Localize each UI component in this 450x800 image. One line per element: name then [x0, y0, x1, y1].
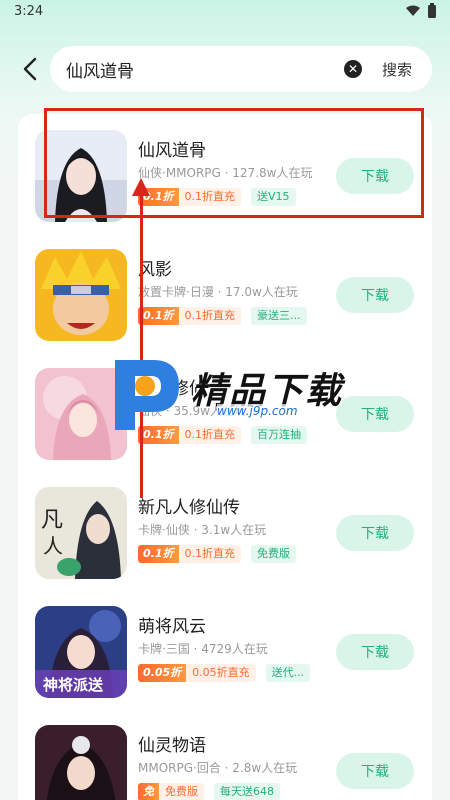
tag-row: 0.1折 0.1折直充 免费版: [138, 545, 296, 563]
game-meta: 卡牌·三国 · 4729人在玩: [138, 642, 268, 656]
svg-text:神将派送: 神将派送: [43, 676, 104, 694]
download-button[interactable]: 下载: [336, 634, 414, 670]
battery-icon: [428, 2, 436, 18]
list-item[interactable]: 凡 人 新凡人修仙传 卡牌·仙侠 · 3.1w人在玩 0.1折 0.1折直充 免…: [18, 487, 432, 599]
back-button[interactable]: [8, 47, 52, 91]
discount-tag: 0.05折 0.05折直充: [138, 664, 256, 682]
clear-icon[interactable]: ✕: [343, 60, 362, 78]
status-time: 3:24: [14, 3, 44, 19]
discount-tag: 0.1折 0.1折直充: [138, 545, 241, 563]
discount-text: 0.1折直充: [178, 545, 241, 563]
watermark: 精品下载 www.j9p.com: [105, 352, 365, 442]
search-input[interactable]: 仙风道骨 ✕ 搜索: [50, 46, 432, 92]
game-title: 风影: [138, 260, 172, 280]
download-button[interactable]: 下载: [336, 277, 414, 313]
game-meta: 卡牌·仙侠 · 3.1w人在玩: [138, 523, 267, 537]
discount-tag: 0.1折 0.1折直充: [138, 307, 241, 325]
search-button[interactable]: 搜索: [382, 59, 412, 80]
bonus-tag: 豪送三...: [251, 307, 307, 325]
tag-row: 0.1折 0.1折直充 豪送三...: [138, 307, 307, 325]
game-title: 仙灵物语: [138, 736, 206, 756]
game-icon[interactable]: 凡 人: [35, 487, 127, 579]
discount-label: 0.05折: [138, 664, 187, 682]
download-button[interactable]: 下载: [336, 515, 414, 551]
game-title: 新凡人修仙传: [138, 498, 240, 518]
status-icons: [406, 2, 436, 18]
game-icon[interactable]: 神将派送: [35, 606, 127, 698]
game-title: 萌将风云: [138, 617, 206, 637]
highlight-box: [44, 108, 424, 218]
arrow-up-icon: [132, 178, 150, 196]
wifi-icon: [406, 5, 420, 16]
discount-tag: 免 免费版: [138, 783, 204, 800]
search-query[interactable]: 仙风道骨: [66, 57, 344, 82]
search-row: 仙风道骨 ✕ 搜索: [0, 46, 450, 92]
svg-text:人: 人: [43, 534, 63, 558]
status-bar: 3:24: [0, 0, 450, 22]
arrow-line: [140, 188, 143, 498]
svg-text:凡: 凡: [41, 508, 63, 533]
list-item[interactable]: 仙灵物语 MMORPG·回合 · 2.8w人在玩 免 免费版 每天送648 下载: [18, 725, 432, 800]
tag-row: 免 免费版 每天送648: [138, 783, 280, 800]
game-meta: MMORPG·回合 · 2.8w人在玩: [138, 761, 298, 775]
discount-text: 免费版: [159, 783, 204, 800]
watermark-url: www.j9p.com: [217, 404, 298, 418]
bonus-tag: 送代...: [265, 664, 311, 682]
tag-row: 0.05折 0.05折直充 送代...: [138, 664, 311, 682]
list-item[interactable]: 风影 放置卡牌·日漫 · 17.0w人在玩 0.1折 0.1折直充 豪送三...…: [18, 249, 432, 361]
game-icon[interactable]: [35, 249, 127, 341]
game-icon[interactable]: [35, 725, 127, 800]
bonus-tag: 免费版: [251, 545, 296, 563]
discount-label: 免: [138, 783, 159, 800]
list-item[interactable]: 神将派送 萌将风云 卡牌·三国 · 4729人在玩 0.05折 0.05折直充 …: [18, 606, 432, 718]
game-meta: 放置卡牌·日漫 · 17.0w人在玩: [138, 285, 298, 299]
discount-label: 0.1折: [138, 545, 179, 563]
discount-text: 0.1折直充: [178, 307, 241, 325]
back-arrow-icon: [23, 57, 37, 81]
discount-label: 0.1折: [138, 307, 179, 325]
discount-text: 0.05折直充: [186, 664, 256, 682]
download-button[interactable]: 下载: [336, 753, 414, 789]
watermark-logo-icon: [115, 360, 179, 430]
bonus-tag: 每天送648: [214, 783, 280, 800]
